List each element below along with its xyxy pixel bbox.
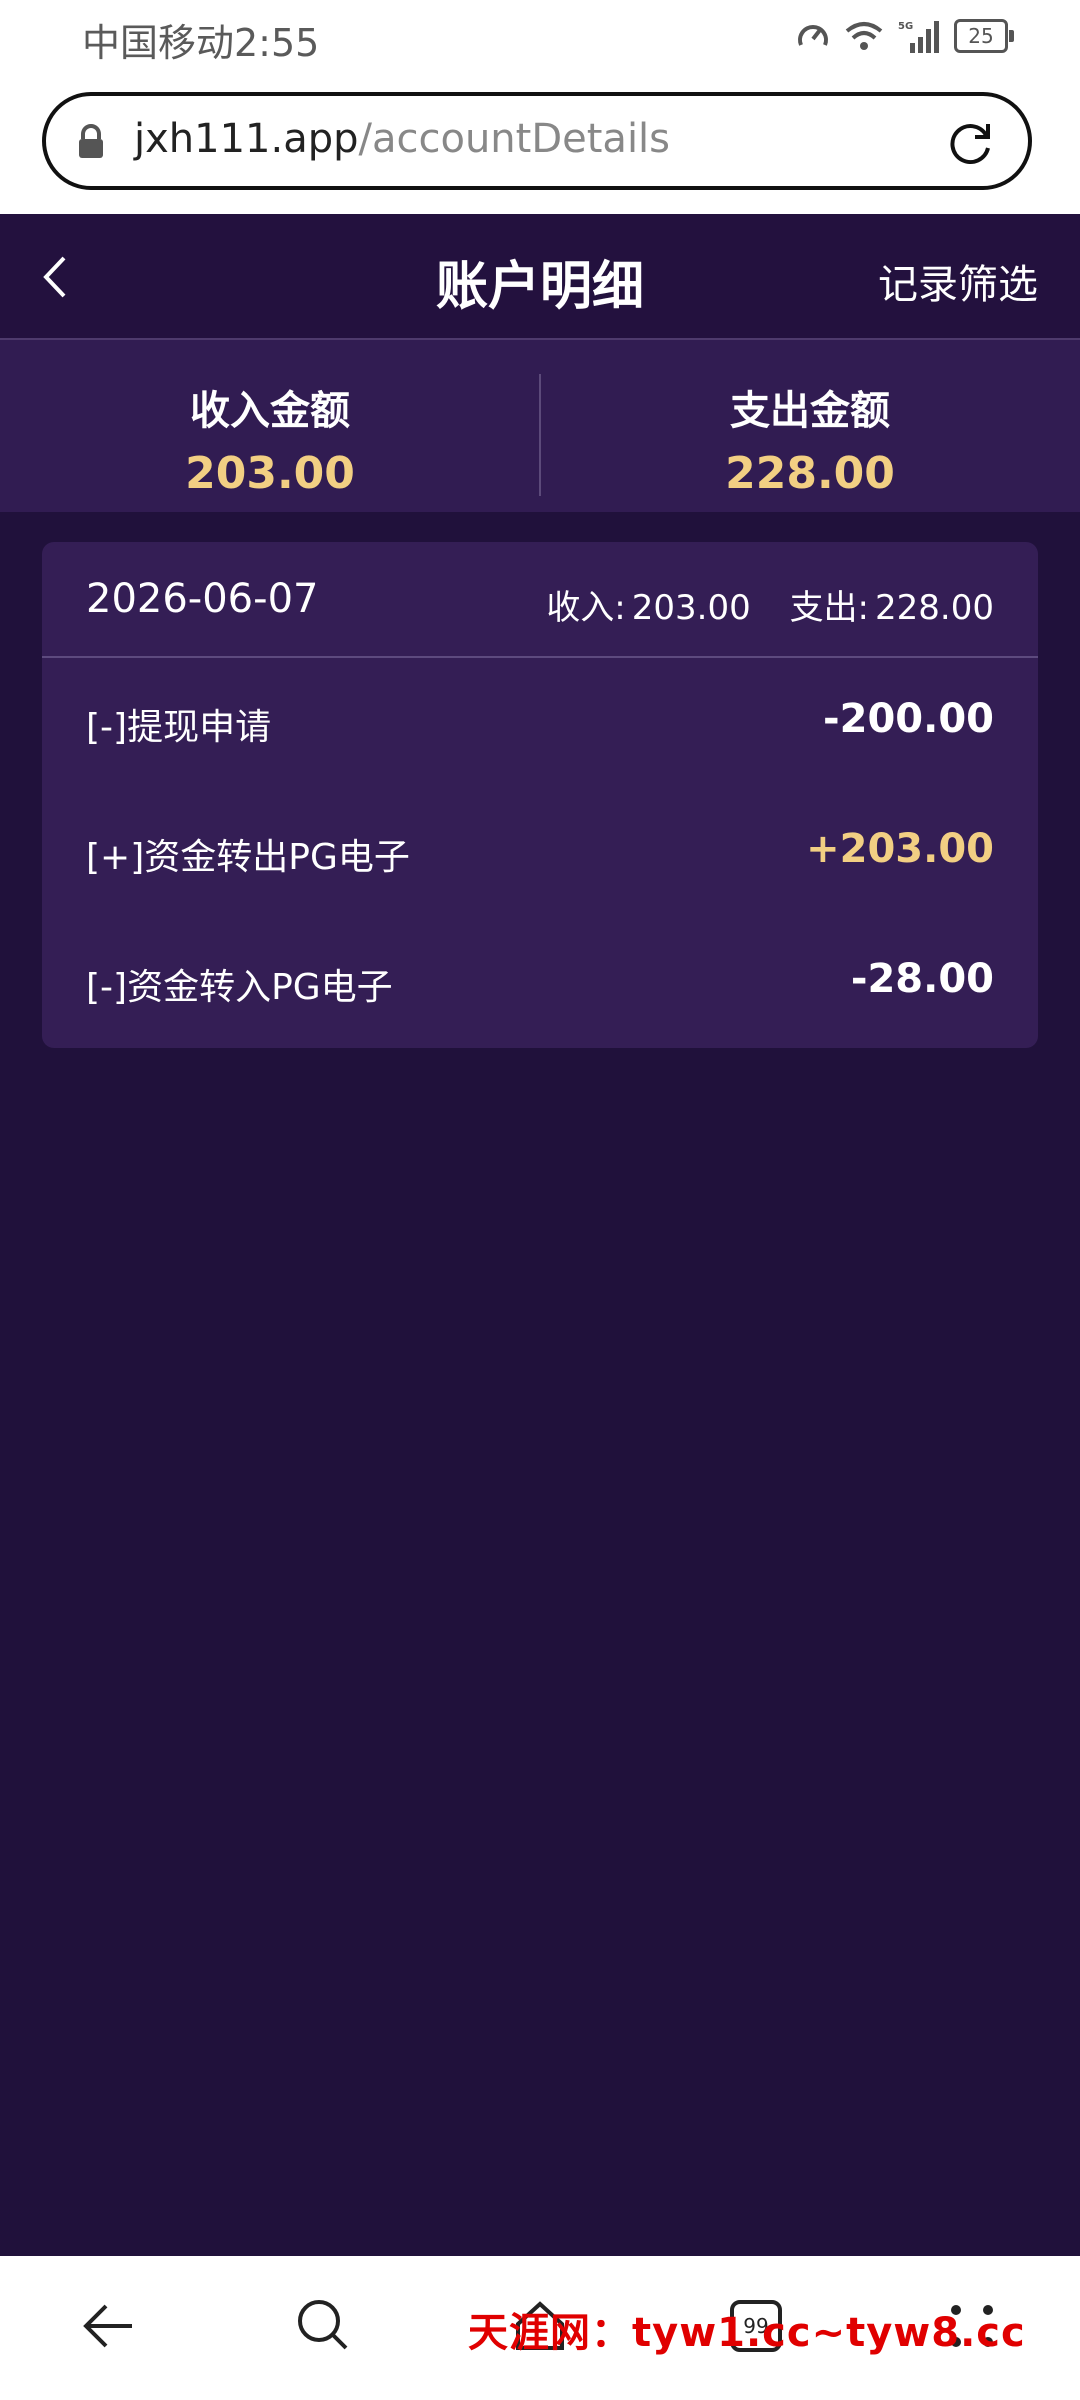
lock-icon — [79, 124, 103, 158]
url-text[interactable]: jxh111.app/accountDetails — [134, 116, 670, 162]
status-bar: 中国移动2:55 5G 25 — [0, 0, 1080, 78]
list-item[interactable]: [+]资金转出PG电子 +203.00 — [42, 790, 1038, 910]
browser-toolbar: jxh111.app/accountDetails — [0, 78, 1080, 214]
signal-icon: 5G — [898, 21, 939, 53]
income-label: 收入金额 — [190, 388, 350, 434]
url-path: /accountDetails — [358, 116, 671, 162]
browser-bottom-nav: 99 天涯网：tyw1.cc~tyw8.cc — [0, 2256, 1080, 2400]
url-host: jxh111.app — [134, 116, 359, 162]
address-bar[interactable]: jxh111.app/accountDetails — [42, 92, 1032, 190]
day-expense-value: 228.00 — [875, 588, 994, 628]
income-summary: 收入金额 203.00 — [0, 340, 540, 512]
day-income-label: 收入: — [546, 588, 626, 628]
page-header: 账户明细 记录筛选 — [0, 214, 1080, 340]
transaction-label: [-]提现申请 — [86, 707, 272, 748]
list-item[interactable]: [-]提现申请 -200.00 — [42, 660, 1038, 780]
expense-label: 支出金额 — [730, 388, 890, 434]
record-date: 2026-06-07 — [86, 576, 319, 622]
day-income-value: 203.00 — [631, 588, 751, 628]
carrier-time: 中国移动2:55 — [82, 21, 320, 65]
battery-icon: 25 — [954, 19, 1014, 53]
transaction-amount: +203.00 — [806, 826, 994, 872]
day-record-card: 2026-06-07 收入: 203.00 支出: 228.00 [-]提现申请 -… — [42, 542, 1038, 1048]
search-icon[interactable] — [294, 2296, 354, 2356]
transaction-label: [-]资金转入PG电子 — [86, 967, 393, 1008]
transaction-amount: -28.00 — [850, 956, 994, 1002]
reload-icon[interactable] — [946, 118, 996, 168]
day-expense-label: 支出: — [789, 588, 870, 628]
back-icon[interactable] — [78, 2296, 138, 2356]
income-value: 203.00 — [185, 448, 355, 499]
list-item[interactable]: [-]资金转入PG电子 -28.00 — [42, 920, 1038, 1040]
day-header: 2026-06-07 收入: 203.00 支出: 228.00 — [42, 542, 1038, 658]
summary-panel: 收入金额 203.00 支出金额 228.00 — [0, 340, 1080, 512]
expense-summary: 支出金额 228.00 — [540, 340, 1080, 512]
speed-icon — [798, 25, 828, 46]
watermark-text: 天涯网：tyw1.cc~tyw8.cc — [468, 2310, 1026, 2356]
record-filter-button[interactable]: 记录筛选 — [878, 252, 1038, 310]
status-icons: 5G 25 — [796, 16, 1014, 56]
network-label: 5G — [898, 21, 913, 32]
transaction-label: [+]资金转出PG电子 — [86, 837, 410, 878]
day-stats: 收入: 203.00 支出: 228.00 — [540, 580, 994, 629]
expense-value: 228.00 — [725, 448, 895, 499]
wifi-icon — [845, 22, 883, 50]
transaction-amount: -200.00 — [823, 696, 994, 742]
